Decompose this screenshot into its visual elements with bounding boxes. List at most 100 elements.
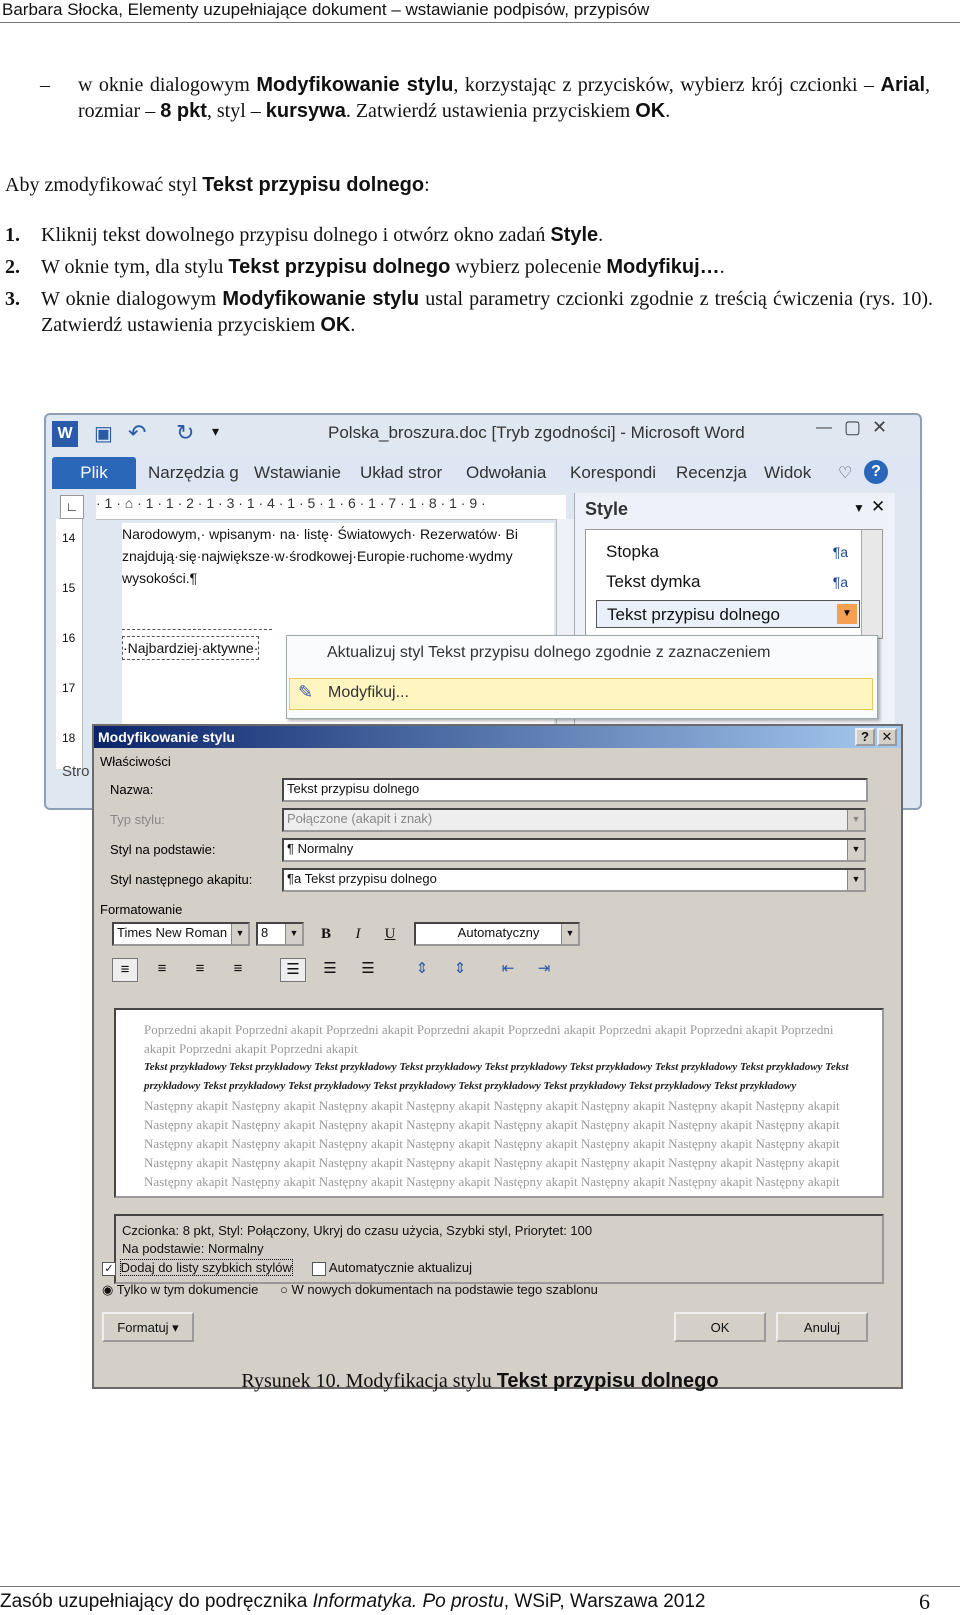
redo-icon[interactable]: ↻ xyxy=(176,420,194,446)
page-header-text: Barbara Słocka, Elementy uzupełniające d… xyxy=(2,0,650,19)
checkbox-unchecked-icon xyxy=(312,1261,326,1276)
increase-indent-icon[interactable]: ⇥ xyxy=(532,958,556,980)
word-logo-icon[interactable]: W xyxy=(52,421,78,447)
maximize-icon[interactable]: ▢ xyxy=(844,417,861,438)
dialog-close-button[interactable]: ✕ xyxy=(877,728,897,746)
tab-tools[interactable]: Narzędzia g xyxy=(148,463,239,483)
doc-line: wysokości.¶ xyxy=(122,570,198,586)
tab-review[interactable]: Recenzja xyxy=(676,463,747,483)
step-number: 2. xyxy=(5,256,20,278)
based-on-value: ¶ Normalny xyxy=(287,841,354,856)
style-item-footnote[interactable]: Tekst przypisu dolnego ▼ xyxy=(596,600,860,628)
step-2: 2. W oknie tym, dla stylu Tekst przypisu… xyxy=(5,254,935,280)
step-part: . xyxy=(598,224,604,246)
style-item-balloon[interactable]: Tekst dymka ¶a xyxy=(596,568,860,596)
cancel-button[interactable]: Anuluj xyxy=(776,1312,868,1342)
modify-style-dialog: Modyfikowanie stylu ? ✕ Właściwości Nazw… xyxy=(92,724,903,1389)
pane-close-icon[interactable]: ✕ xyxy=(871,497,885,517)
type-select[interactable]: Połączone (akapit i znak) ▼ xyxy=(282,808,866,832)
color-select[interactable]: Automatyczny ▼ xyxy=(414,922,580,946)
footer-italic: Informatyka. Po prostu xyxy=(312,1591,504,1612)
style-item-footer[interactable]: Stopka ¶a xyxy=(596,538,860,566)
menu-item-update-style[interactable]: Aktualizuj styl Tekst przypisu dolnego z… xyxy=(327,644,771,662)
close-window-icon[interactable]: ✕ xyxy=(872,417,887,438)
next-style-value: ¶a Tekst przypisu dolnego xyxy=(287,871,437,886)
intro-text: Aby zmodyfikować styl xyxy=(5,174,203,196)
tab-layout[interactable]: Układ stror xyxy=(360,463,442,483)
ok-button[interactable]: OK xyxy=(674,1312,766,1342)
font-select[interactable]: Times New Roman ▼ xyxy=(112,922,250,946)
tab-insert[interactable]: Wstawianie xyxy=(254,463,341,483)
name-field[interactable]: Tekst przypisu dolnego xyxy=(282,778,868,802)
window-title: Polska_broszura.doc [Tryb zgodności] - M… xyxy=(328,423,745,442)
bullet-bold: kursywa xyxy=(265,100,346,122)
doc-line: Narodowym,· wpisanym· na· listę· Światow… xyxy=(122,526,518,542)
align-center-icon[interactable]: ≡ xyxy=(150,958,174,980)
bullet-item: – w oknie dialogowym Modyfikowanie stylu… xyxy=(40,72,930,124)
pane-menu-icon[interactable]: ▼ xyxy=(853,501,865,516)
style-list-scrollbar[interactable] xyxy=(861,530,882,638)
help-icon[interactable]: ? xyxy=(864,460,888,484)
space-after-icon[interactable]: ⇕ xyxy=(448,958,472,980)
minimize-icon[interactable]: — xyxy=(816,419,832,437)
based-on-select[interactable]: ¶ Normalny ▼ xyxy=(282,838,866,862)
footnote-text: ·Najbardziej·aktywne· xyxy=(122,636,260,660)
step-part: wybierz polecenie xyxy=(450,256,607,278)
single-spacing-icon[interactable]: ☰ xyxy=(280,958,306,982)
tab-view[interactable]: Widok xyxy=(764,463,811,483)
horizontal-ruler[interactable]: · 1 · ⌂ · 1 · 1 · 2 · 1 · 3 · 1 · 4 · 1 … xyxy=(96,495,566,520)
menu-item-modify[interactable]: ✎ Modyfikuj... xyxy=(289,678,873,710)
bold-button[interactable]: B xyxy=(314,923,338,945)
preview-next-paragraph: Następny akapit Następny akapit Następny… xyxy=(144,1098,840,1189)
based-label: Styl na podstawie: xyxy=(110,842,216,857)
one-half-spacing-icon[interactable]: ☰ xyxy=(318,958,342,980)
ribbon-collapse-icon[interactable]: ♡ xyxy=(838,463,852,483)
decrease-indent-icon[interactable]: ⇤ xyxy=(496,958,520,980)
bullet-bold: OK xyxy=(635,100,666,122)
footer-text: , WSiP, Warszawa 2012 xyxy=(503,1591,706,1612)
quick-access-dropdown-icon[interactable]: ▾ xyxy=(212,423,219,440)
tab-file[interactable]: Plik xyxy=(52,457,136,489)
step-bold: Modyfikuj… xyxy=(606,256,720,278)
style-pane-title: Style xyxy=(585,499,629,519)
step-bold: Style xyxy=(550,224,599,246)
tab-references[interactable]: Odwołania xyxy=(466,463,546,483)
step-text: W oknie dialogowym Modyfikowanie stylu u… xyxy=(41,286,933,338)
quick-style-checkbox[interactable]: ✓ Dodaj do listy szybkich stylów xyxy=(102,1259,293,1276)
auto-update-checkbox[interactable]: Automatycznie aktualizuj xyxy=(312,1260,472,1276)
align-left-icon[interactable]: ≡ xyxy=(112,958,138,982)
caption-text: Rysunek 10. Modyfikacja stylu xyxy=(241,1370,497,1392)
status-bar-text: Stro xyxy=(62,763,90,780)
chevron-down-icon: ▼ xyxy=(561,924,578,944)
tab-selector-icon[interactable]: ∟ xyxy=(60,495,84,519)
section-properties: Właściwości xyxy=(100,754,171,769)
undo-icon[interactable]: ↶ xyxy=(128,420,146,446)
size-select[interactable]: 8 ▼ xyxy=(256,922,304,946)
radio-new-documents[interactable]: ○ W nowych dokumentach na podstawie tego… xyxy=(280,1282,598,1297)
space-before-icon[interactable]: ⇕ xyxy=(410,958,434,980)
format-button[interactable]: Formatuj ▾ xyxy=(102,1312,194,1342)
chevron-down-icon: ▼ xyxy=(231,924,248,944)
vruler-mark: 14 xyxy=(62,531,76,545)
vertical-ruler[interactable]: 14 15 16 17 18 xyxy=(56,519,83,769)
step-text: Kliknij tekst dowolnego przypisu dolnego… xyxy=(41,222,603,248)
save-icon[interactable]: ▣ xyxy=(94,421,113,446)
dialog-help-button[interactable]: ? xyxy=(855,728,875,746)
size-value: 8 xyxy=(261,925,269,940)
double-spacing-icon[interactable]: ☰ xyxy=(356,958,380,980)
type-select-value: Połączone (akapit i znak) xyxy=(287,811,433,826)
bullet-part: w oknie dialogowym xyxy=(78,74,257,96)
tab-mailings[interactable]: Korespondi xyxy=(570,463,656,483)
justify-icon[interactable]: ≡ xyxy=(226,958,250,980)
italic-button[interactable]: I xyxy=(346,923,370,945)
doc-line: znajdują·się·największe·w·środkowej·Euro… xyxy=(122,548,513,564)
radio-this-document[interactable]: ◉ Tylko w tym dokumencie xyxy=(102,1282,258,1298)
align-right-icon[interactable]: ≡ xyxy=(188,958,212,980)
step-part: . xyxy=(350,314,356,336)
footnote-separator xyxy=(122,629,272,630)
style-dropdown-icon[interactable]: ▼ xyxy=(837,604,857,624)
underline-button[interactable]: U xyxy=(378,923,402,945)
step-bold: OK xyxy=(320,314,351,336)
next-style-select[interactable]: ¶a Tekst przypisu dolnego ▼ xyxy=(282,868,866,892)
title-bar: W ▣ ↶ ↻ ▾ Polska_broszura.doc [Tryb zgod… xyxy=(46,415,920,455)
